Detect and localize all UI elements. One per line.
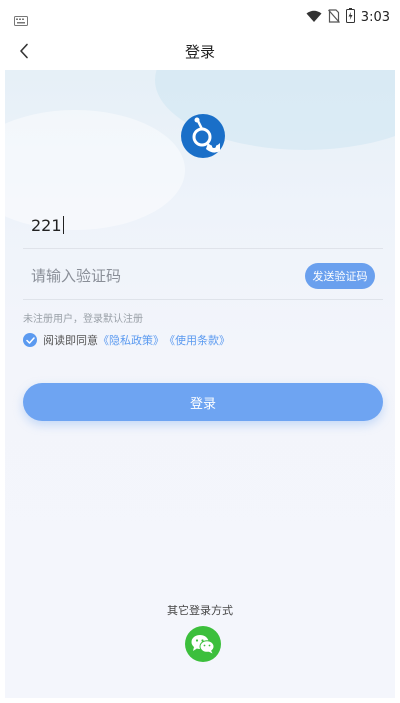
text-cursor <box>62 216 64 234</box>
page-title: 登录 <box>184 43 215 61</box>
keyboard-icon <box>14 11 28 30</box>
wifi-icon <box>306 8 322 27</box>
phone-input[interactable]: 221 <box>31 216 64 235</box>
nav-bar: 登录 <box>0 34 400 68</box>
status-bar: 3:03 <box>0 0 400 34</box>
battery-icon <box>345 8 355 27</box>
login-panel: 221 发送验证码 未注册用户，登录默认注册 阅读即同意 《隐私政策》 《使用条… <box>5 70 395 698</box>
no-sim-icon <box>327 8 340 27</box>
privacy-policy-link[interactable]: 《隐私政策》 <box>98 332 164 348</box>
agreement-row: 阅读即同意 《隐私政策》 《使用条款》 <box>23 332 230 348</box>
other-login-title: 其它登录方式 <box>167 604 233 617</box>
wechat-icon <box>191 635 215 654</box>
verification-code-input[interactable] <box>31 264 271 288</box>
check-icon <box>25 336 35 344</box>
status-time: 3:03 <box>360 10 390 25</box>
send-code-button[interactable]: 发送验证码 <box>305 263 375 289</box>
app-logo-icon <box>180 113 226 159</box>
phone-field[interactable]: 221 <box>23 205 383 249</box>
verification-code-field: 发送验证码 <box>23 252 383 300</box>
register-hint: 未注册用户，登录默认注册 <box>23 314 143 325</box>
agreement-text: 阅读即同意 <box>43 334 98 347</box>
login-button[interactable]: 登录 <box>23 383 383 421</box>
agreement-checkbox[interactable] <box>23 333 37 347</box>
terms-of-use-link[interactable]: 《使用条款》 <box>164 332 230 348</box>
wechat-login-button[interactable] <box>185 626 221 662</box>
